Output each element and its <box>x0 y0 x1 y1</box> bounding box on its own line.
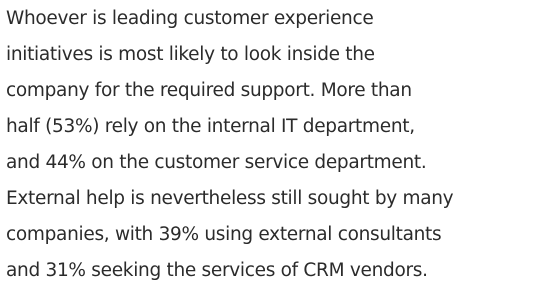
paragraph-line: company for the required support. More t… <box>6 80 412 101</box>
paragraph-line: and 31% seeking the services of CRM vend… <box>6 260 428 281</box>
paragraph-line: half (53%) rely on the internal IT depar… <box>6 116 415 137</box>
paragraph-line: companies, with 39% using external consu… <box>6 224 442 245</box>
body-paragraph: Whoever is leading customer experience i… <box>6 1 547 289</box>
paragraph-line: External help is nevertheless still soug… <box>6 188 454 209</box>
paragraph-line: Whoever is leading customer experience <box>6 8 374 29</box>
paragraph-line: and 44% on the customer service departme… <box>6 152 427 173</box>
paragraph-line: initiatives is most likely to look insid… <box>6 44 375 65</box>
